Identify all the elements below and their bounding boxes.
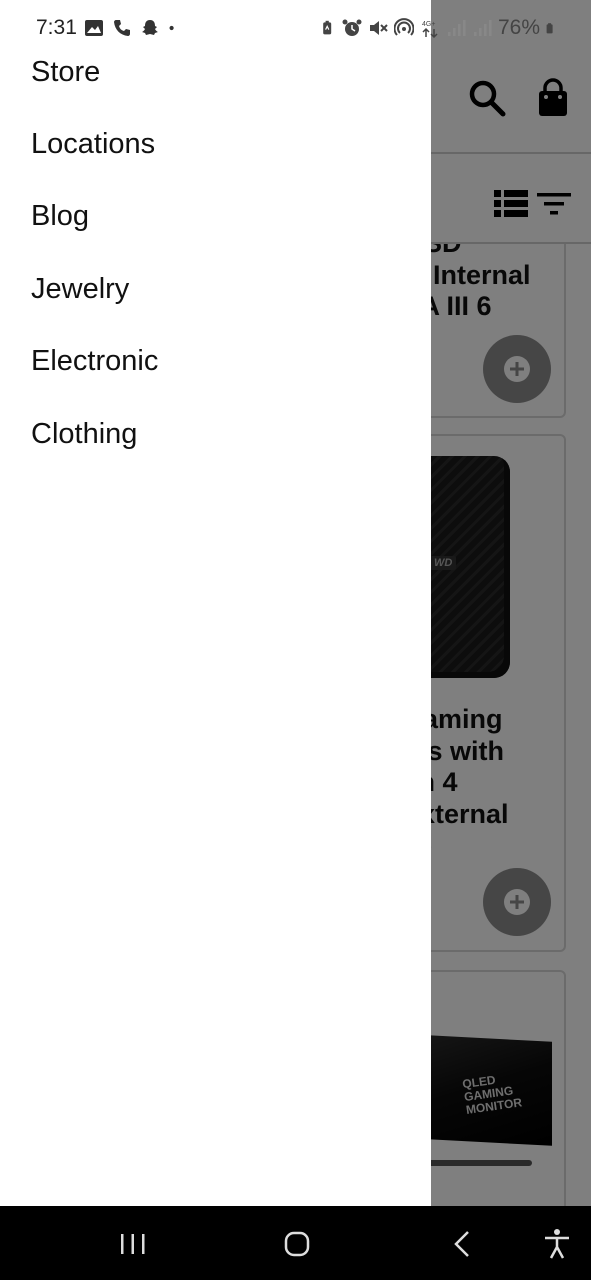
notification-icons — [84, 18, 180, 38]
dot-icon — [169, 25, 174, 31]
svg-text:4G+: 4G+ — [422, 21, 435, 28]
system-nav-bar — [0, 1206, 591, 1280]
screen: SSD B Internal TA III 6 WD Gaming rks wi… — [0, 0, 591, 1280]
drawer-menu: Store Locations Blog Jewelry Electronic … — [0, 36, 431, 470]
home-icon[interactable] — [280, 1228, 314, 1260]
accessibility-icon[interactable] — [540, 1228, 574, 1260]
back-icon[interactable] — [446, 1228, 480, 1260]
system-status-icons: 4G+ 76% — [320, 16, 558, 40]
snapchat-icon — [142, 20, 158, 35]
battery-saver-icon — [323, 20, 332, 35]
mute-icon — [369, 21, 388, 35]
4g-plus-icon: 4G+ — [422, 21, 438, 38]
navigation-drawer: Store Locations Blog Jewelry Electronic … — [0, 0, 431, 1206]
drawer-item-locations[interactable]: Locations — [0, 108, 431, 180]
image-icon — [85, 20, 103, 36]
phone-icon — [114, 20, 130, 36]
signal-icon — [447, 20, 466, 36]
drawer-item-electronic[interactable]: Electronic — [0, 326, 431, 398]
status-time: 7:31 — [36, 16, 77, 39]
battery-icon — [546, 23, 553, 34]
status-bar: 7:31 4G+ 76% — [0, 0, 591, 54]
battery-percentage: 76% — [497, 16, 540, 39]
signal-icon — [473, 20, 492, 36]
hotspot-icon — [393, 18, 414, 36]
drawer-item-blog[interactable]: Blog — [0, 181, 431, 253]
recents-icon[interactable] — [116, 1228, 150, 1260]
alarm-icon — [342, 19, 362, 36]
drawer-item-clothing[interactable]: Clothing — [0, 398, 431, 470]
drawer-item-jewelry[interactable]: Jewelry — [0, 253, 431, 325]
